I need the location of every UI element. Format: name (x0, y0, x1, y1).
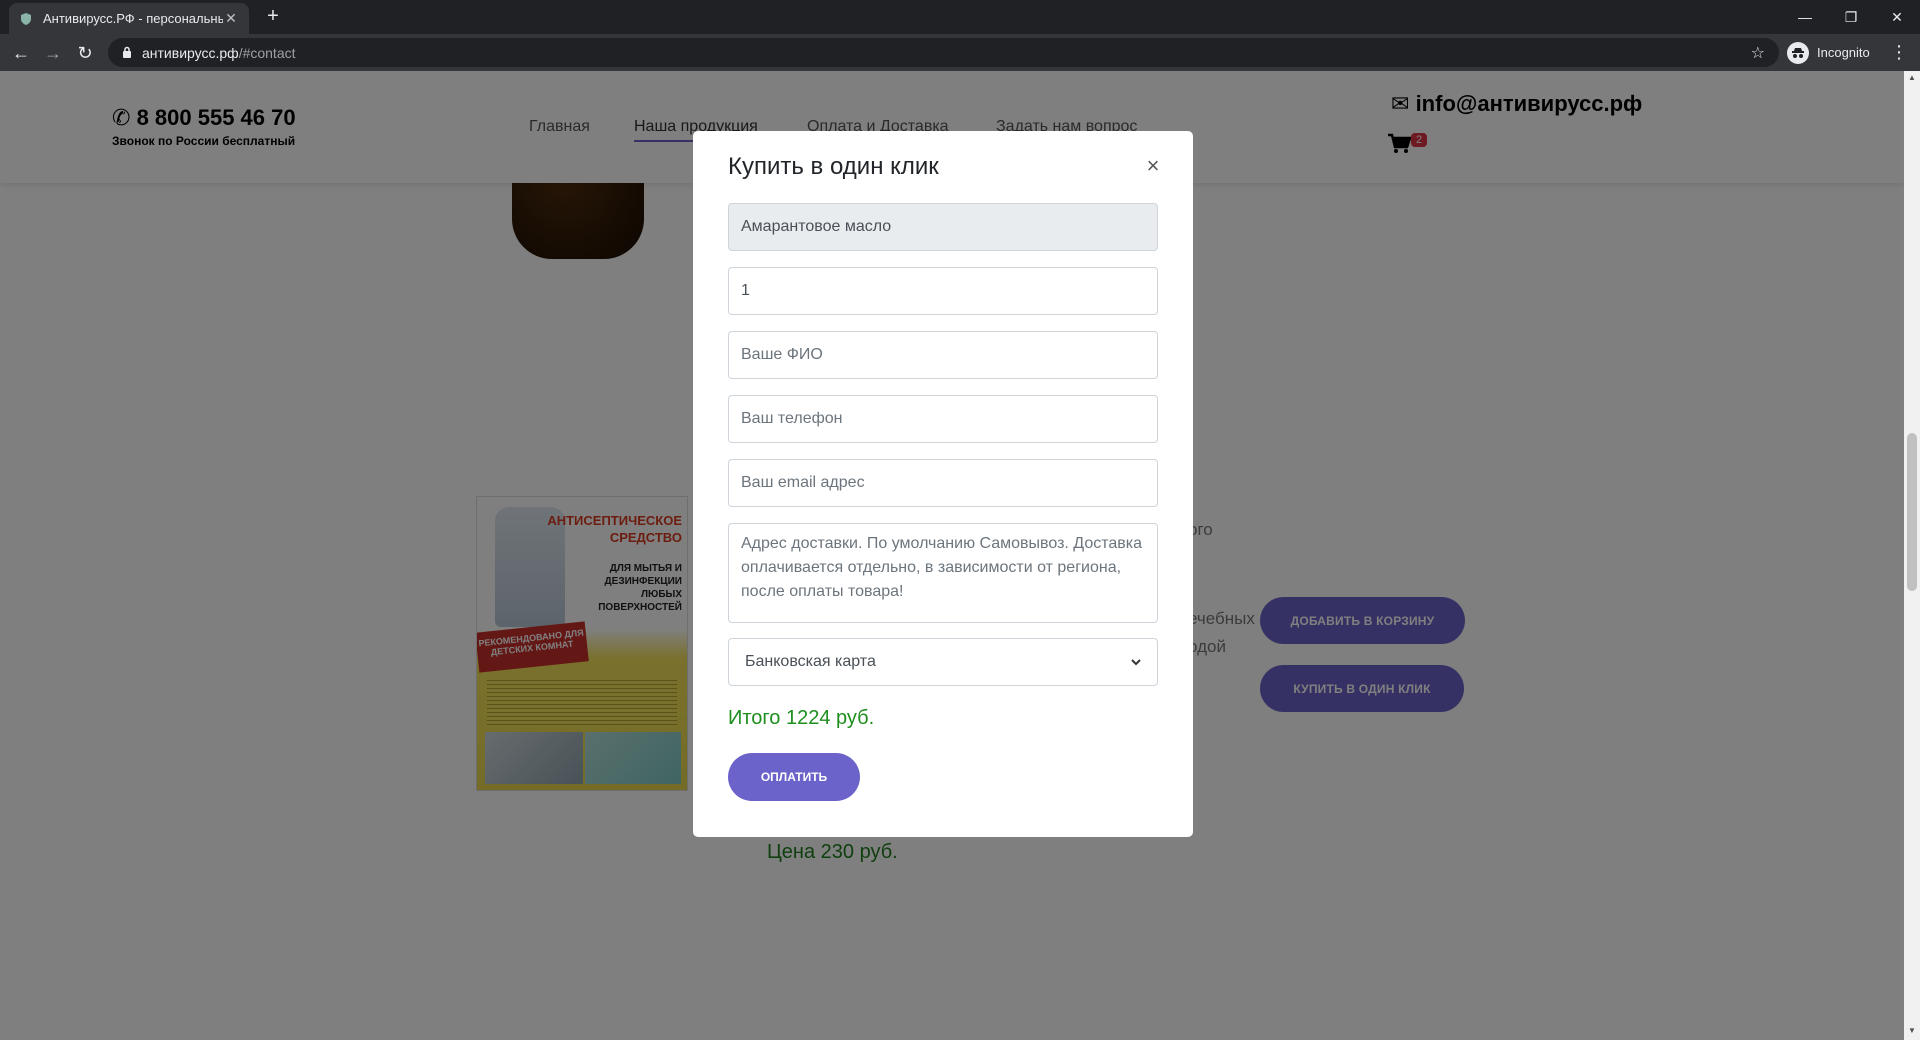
lock-icon (122, 45, 132, 61)
browser-menu-icon[interactable]: ⋮ (1890, 42, 1908, 63)
bookmark-star-icon[interactable]: ☆ (1751, 43, 1765, 63)
incognito-indicator[interactable]: Incognito (1787, 38, 1870, 67)
reload-icon[interactable]: ↻ (73, 41, 97, 65)
forward-icon[interactable]: → (41, 41, 65, 65)
address-field[interactable]: Адрес доставки. По умолчанию Самовывоз. … (728, 523, 1158, 623)
back-icon[interactable]: ← (9, 41, 33, 65)
browser-toolbar: ← → ↻ антивирусс.рф/#contact ☆ Incognito… (0, 34, 1920, 71)
scroll-down-icon[interactable]: ▼ (1908, 1026, 1916, 1035)
url-path: /#contact (238, 44, 296, 61)
pay-button[interactable]: ОПЛАТИТЬ (728, 753, 860, 801)
incognito-icon (1787, 41, 1809, 64)
new-tab-icon[interactable]: + (262, 6, 284, 28)
shield-icon (19, 12, 33, 26)
name-field[interactable]: Ваше ФИО (728, 331, 1158, 379)
email-field[interactable]: Ваш email адрес (728, 459, 1158, 507)
tab-close-icon[interactable]: ✕ (223, 10, 239, 27)
product-field: Амарантовое масло (728, 203, 1158, 251)
scroll-up-icon[interactable]: ▲ (1908, 73, 1916, 82)
modal-title: Купить в один клик (728, 153, 939, 180)
browser-tab[interactable]: Антивирусс.РФ - персональные ✕ (9, 3, 249, 34)
minimize-icon[interactable]: — (1782, 0, 1828, 34)
chevron-down-icon (1131, 653, 1141, 671)
page-scrollbar[interactable]: ▲ ▼ (1904, 71, 1920, 1040)
address-bar[interactable]: антивирусс.рф/#contact ☆ (108, 38, 1779, 67)
phone-field[interactable]: Ваш телефон (728, 395, 1158, 443)
scrollbar-thumb[interactable] (1907, 433, 1917, 591)
url-host: антивирусс.рф (142, 44, 239, 61)
window-close-icon[interactable]: ✕ (1874, 0, 1920, 34)
browser-tabbar: Антивирусс.РФ - персональные ✕ + — ❐ ✕ (0, 0, 1920, 34)
close-icon[interactable]: × (1143, 153, 1163, 179)
quantity-field[interactable]: 1 (728, 267, 1158, 315)
restore-icon[interactable]: ❐ (1828, 0, 1874, 34)
incognito-label: Incognito (1817, 45, 1870, 60)
tab-title: Антивирусс.РФ - персональные (43, 11, 223, 26)
payment-method-select[interactable]: Банковская карта (728, 638, 1158, 686)
buy-one-click-modal: Купить в один клик × Амарантовое масло 1… (693, 131, 1193, 837)
payment-method-value: Банковская карта (745, 653, 876, 670)
order-total: Итого 1224 руб. (728, 707, 875, 729)
